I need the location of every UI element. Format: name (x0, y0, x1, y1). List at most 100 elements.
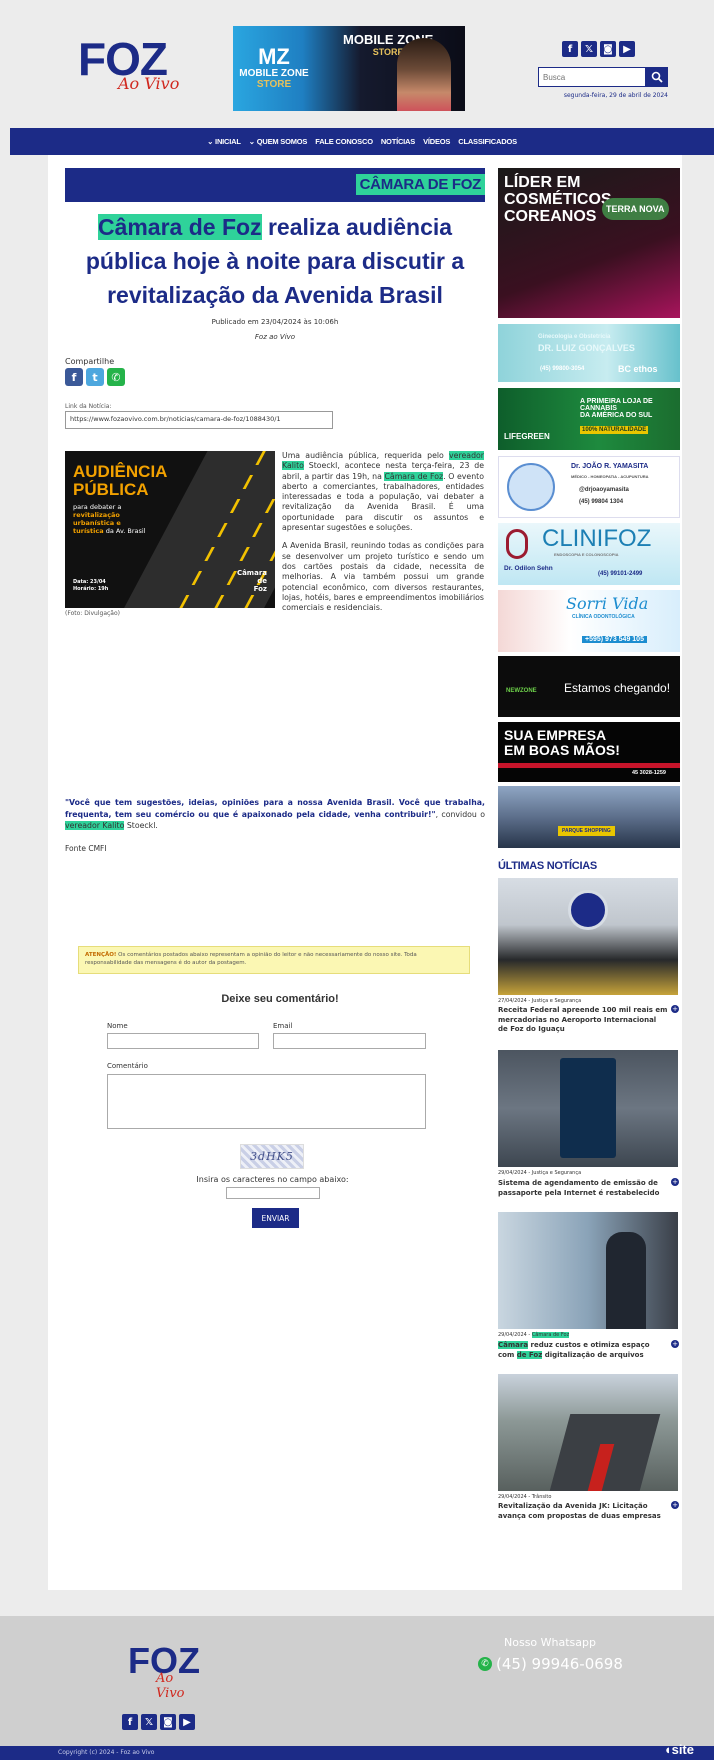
x-icon[interactable]: 𝕏 (141, 1714, 157, 1730)
ad5-doctor: Dr. Odilon Sehn (504, 565, 553, 572)
nav-item-classificados[interactable]: CLASSIFICADOS (458, 137, 517, 146)
news-category-link[interactable]: Câmara de Foz (531, 1332, 570, 1338)
image-line-3: da Av. Brasil (105, 527, 146, 535)
twitter-share-icon[interactable]: t (86, 368, 104, 386)
news-title-link[interactable]: Sistema de agendamento de emissão de pas… (498, 1179, 668, 1198)
publish-date: Publicado em 23/04/2024 às 10:06h (211, 318, 339, 326)
article-paragraph: Uma audiência pública, requerida pelo ve… (282, 451, 484, 533)
news-thumbnail[interactable] (498, 1374, 678, 1491)
news-title-link[interactable]: Receita Federal apreende 100 mil reais e… (498, 1006, 668, 1035)
ad6-phone: +595) 973 549 105 (582, 636, 647, 643)
category-label[interactable]: CÂMARA DE FOZ (355, 174, 485, 195)
x-icon[interactable]: 𝕏 (581, 41, 597, 57)
site-logo[interactable]: FOZ Ao Vivo (78, 36, 188, 98)
sidebar-ad-newzone[interactable]: NEWZONE Estamos chegando! (498, 656, 680, 717)
quote-attribution: , convidou o (435, 809, 485, 819)
footer-logo[interactable]: FOZ Ao Vivo (128, 1643, 200, 1702)
send-button[interactable]: ENVIAR (252, 1208, 299, 1228)
ad8-line-2: EM BOAS MÃOS! (504, 742, 620, 758)
sidebar-ad-cosmetics[interactable]: LÍDER EM COSMÉTICOS COREANOS TERRA NOVA (498, 168, 680, 318)
nav-item-videos[interactable]: VÍDEOS (423, 137, 450, 146)
name-field[interactable] (107, 1033, 259, 1049)
image-headline: AUDIÊNCIA PÚBLICA (73, 463, 167, 499)
news-thumbnail[interactable] (498, 1050, 678, 1167)
youtube-icon[interactable]: ▶ (619, 41, 635, 57)
facebook-icon[interactable]: f (562, 41, 578, 57)
site-badge-label: site (671, 1742, 694, 1757)
sidebar-ad-dental[interactable]: Sorri Vida CLÍNICA ODONTOLÓGICA +595) 97… (498, 590, 680, 652)
email-field[interactable] (273, 1033, 426, 1049)
facebook-icon[interactable]: f (122, 1714, 138, 1730)
person-image (606, 1232, 646, 1329)
whatsapp-number-link[interactable]: ✆ (45) 99946-0698 (478, 1655, 623, 1673)
search-form (538, 67, 668, 87)
warning-label: ATENÇÃO! (85, 952, 117, 958)
sidebar-ad-shopping[interactable]: PARQUE SHOPPING (498, 786, 680, 848)
whatsapp-icon: ✆ (478, 1657, 492, 1671)
federal-emblem-icon (568, 890, 608, 930)
image-date: Data: 23/04 (73, 579, 106, 585)
ad5-name: CLINIFOZ (542, 525, 652, 552)
ad1-brand: TERRA NOVA (602, 198, 669, 220)
ad3-line-1: A PRIMEIRA LOJA DE CANNABIS (580, 398, 653, 412)
whatsapp-title: Nosso Whatsapp (504, 1636, 596, 1649)
plus-icon[interactable]: + (671, 1178, 679, 1186)
nav-item-noticias[interactable]: NOTÍCIAS (381, 137, 415, 146)
ad8-stripe (498, 763, 680, 768)
image-org-3: Foz (253, 585, 267, 593)
site-badge[interactable]: ◖site (664, 1742, 694, 1757)
instagram-icon[interactable]: ◙ (600, 41, 616, 57)
ad4-insta: @drjoaoyamasita (579, 487, 629, 493)
sidebar-ad-gynecology[interactable]: Ginecologia e Obstetrícia DR. LUIZ GONÇA… (498, 324, 680, 382)
whatsapp-share-icon[interactable]: ✆ (107, 368, 125, 386)
image-time: Horário: 19h (73, 586, 109, 592)
nav-item-fale-conosco[interactable]: FALE CONOSCO (315, 137, 373, 146)
footer-logo-subtext: Ao Vivo (156, 1671, 185, 1701)
ad9-text: PARQUE SHOPPING (558, 826, 615, 836)
news-meta: 29/04/2024 - Câmara de Foz (498, 1332, 570, 1338)
sidebar-ad-business[interactable]: SUA EMPRESA EM BOAS MÃOS! 45 3028-1259 (498, 722, 680, 782)
news-title-link[interactable]: Revitalização da Avenida JK: Licitação a… (498, 1502, 668, 1521)
search-input[interactable] (538, 67, 646, 87)
ad3-line-2: DA AMÉRICA DO SUL (580, 412, 653, 419)
title-highlight: Câmara de Foz (97, 214, 262, 240)
share-buttons: f t ✆ (65, 368, 125, 386)
logo-subtext: Ao Vivo (118, 74, 180, 93)
sidebar-ad-acupuncture[interactable]: Dr. JOÃO R. YAMASITA MÉDICO - HOMEOPATIA… (498, 456, 680, 518)
image-line-1: para debater a (73, 503, 122, 511)
news-title-link[interactable]: Câmara reduz custos e otimiza espaço com… (498, 1341, 668, 1360)
ad7-brand: NEWZONE (506, 688, 537, 694)
nav-item-inicial[interactable]: ⌄ INICIAL (207, 137, 241, 146)
sidebar-ad-clinifoz[interactable]: CLINIFOZ ENDOSCOPIA E COLONOSCOPIA Dr. O… (498, 523, 680, 585)
banner-logo-store: STORE (256, 79, 292, 90)
ad4-name: Dr. JOÃO R. YAMASITA (571, 463, 649, 470)
article-link-field[interactable]: https://www.fozaovivo.com.br/noticias/ca… (65, 411, 333, 429)
tag-link-vereador[interactable]: vereador Kalito (65, 821, 125, 830)
search-button[interactable] (646, 67, 668, 87)
plus-icon[interactable]: + (671, 1005, 679, 1013)
quote-text: "Você que tem sugestões, ideias, opiniõe… (65, 798, 485, 819)
news-thumbnail[interactable] (498, 878, 678, 995)
ad4-phone: (45) 99804 1304 (579, 499, 624, 505)
ad2-doctor: DR. LUIZ GONÇALVES (538, 343, 635, 353)
sidebar-ad-cannabis[interactable]: A PRIMEIRA LOJA DE CANNABIS DA AMÉRICA D… (498, 388, 680, 450)
tag-link-camara[interactable]: Câmara de Foz (384, 471, 444, 481)
plus-icon[interactable]: + (671, 1501, 679, 1509)
facebook-share-icon[interactable]: f (65, 368, 83, 386)
ad2-specialty: Ginecologia e Obstetrícia (538, 334, 611, 340)
ad8-line-1: SUA EMPRESA (504, 727, 607, 743)
latest-news-title: ÚLTIMAS NOTÍCIAS (498, 860, 597, 872)
plus-icon[interactable]: + (671, 1340, 679, 1348)
nav-item-quem-somos[interactable]: ⌄ QUEM SOMOS (249, 137, 308, 146)
category-bar: CÂMARA DE FOZ (65, 168, 485, 202)
instagram-icon[interactable]: ◙ (160, 1714, 176, 1730)
article-quote: "Você que tem sugestões, ideias, opiniõe… (65, 797, 485, 832)
comment-textarea[interactable] (107, 1074, 426, 1129)
news-thumbnail[interactable] (498, 1212, 678, 1329)
youtube-icon[interactable]: ▶ (179, 1714, 195, 1730)
ad8-headline: SUA EMPRESA EM BOAS MÃOS! (504, 728, 620, 758)
captcha-input[interactable] (226, 1187, 320, 1199)
comment-form-title: Deixe seu comentário! (221, 993, 339, 1005)
top-banner-ad[interactable]: MZ MOBILE ZONE STORE MOBILE ZONE STORE (233, 26, 465, 111)
share-label: Compartilhe (65, 357, 115, 366)
